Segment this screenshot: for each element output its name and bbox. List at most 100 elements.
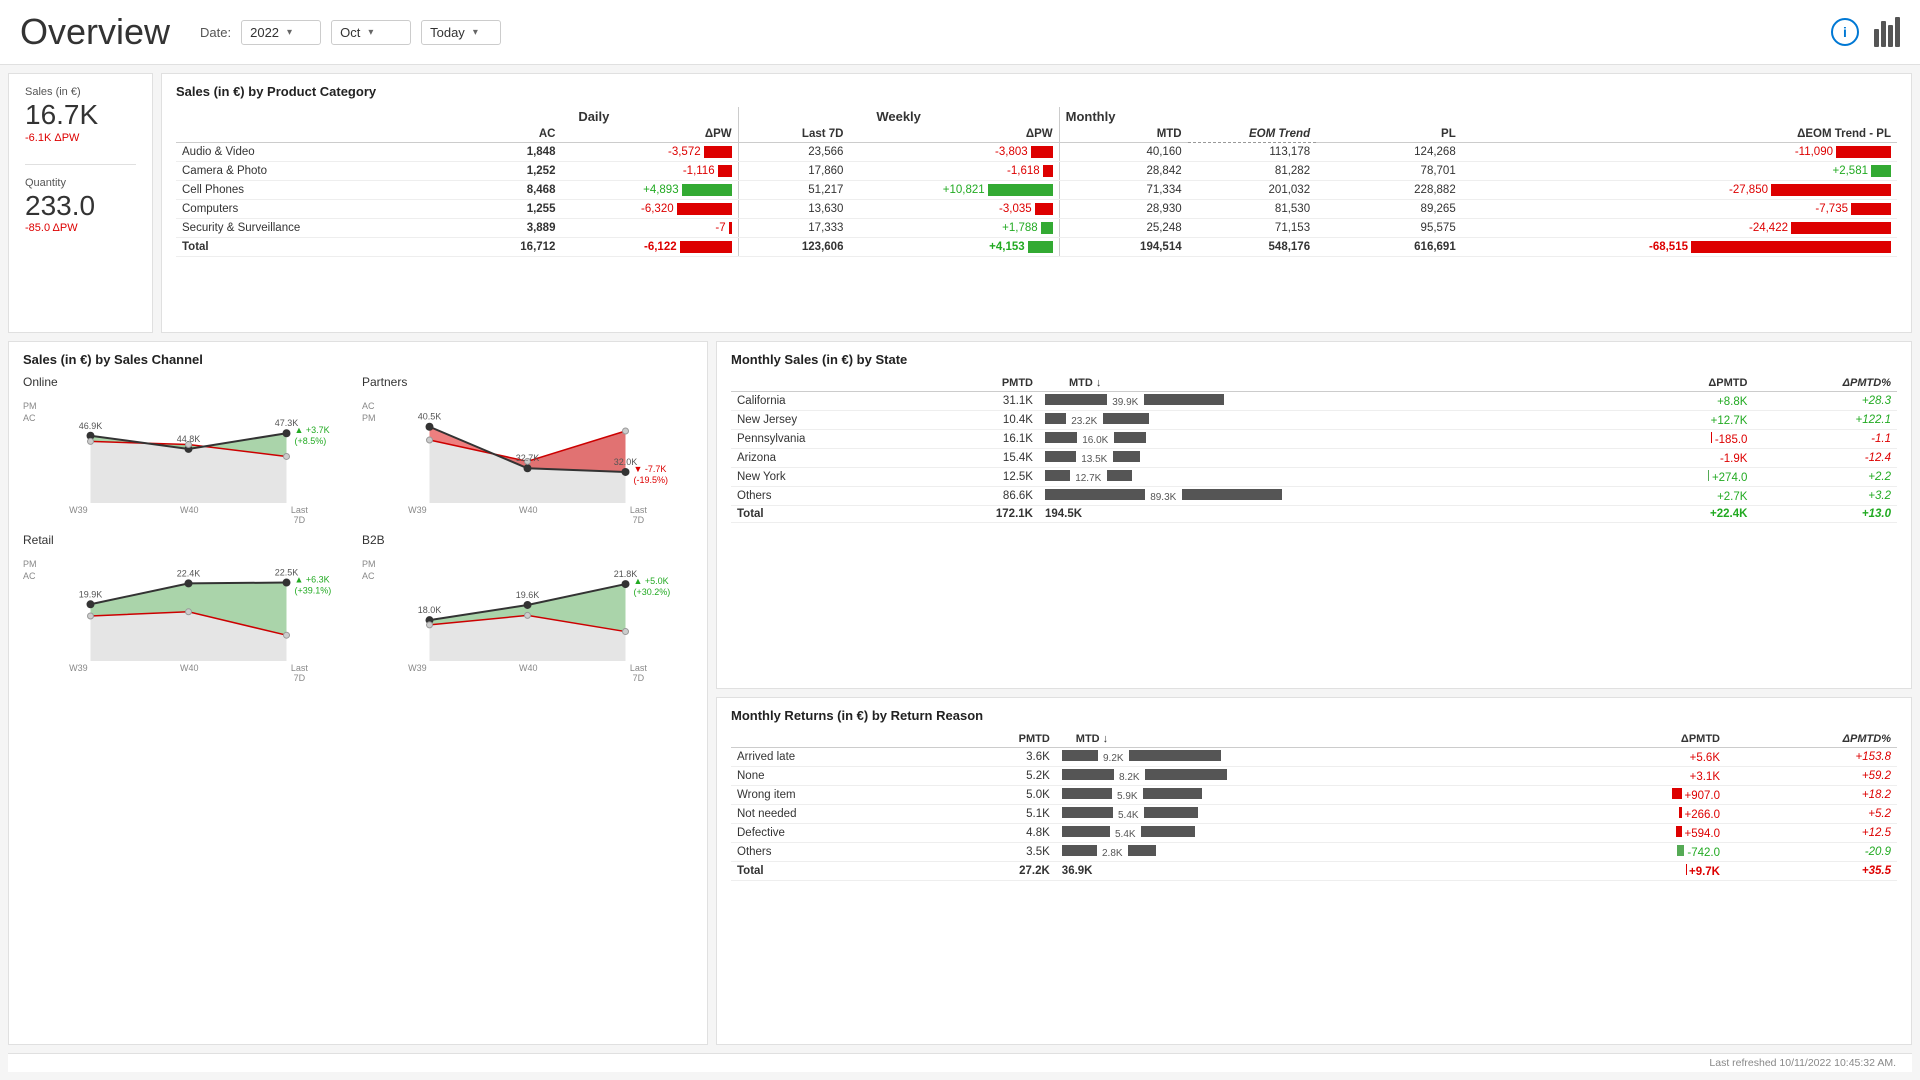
return-pmtd: 5.1K [933, 805, 1055, 824]
weekly-last7d: 123,606 [738, 238, 849, 257]
page-title: Overview [20, 11, 170, 53]
col-return-dpmtd-pct: ΔPMTD% [1726, 731, 1897, 748]
return-mtd-bar: 5.9K [1056, 786, 1557, 805]
channel-grid: Online PM AC 46.9K44.8K47.3K ▲ +3.7K (+8… [23, 375, 693, 683]
info-icon[interactable]: i [1831, 18, 1859, 46]
daily-dpw: -6,320 [561, 200, 738, 219]
state-mtd-bar: 39.9K [1039, 392, 1630, 411]
weekly-dpw: +10,821 [849, 181, 1059, 200]
svg-text:▲ +6.3K: ▲ +6.3K [295, 575, 330, 585]
state-pmtd: 10.4K [922, 411, 1039, 430]
col-return-mtd: MTD ↓ [1056, 731, 1557, 748]
kpi-panel: Sales (in €) 16.7K -6.1K ΔPW Quantity 23… [8, 73, 153, 333]
return-pmtd: 5.2K [933, 767, 1055, 786]
weekly-last7d: 17,860 [738, 162, 849, 181]
col-pl: PL [1316, 126, 1462, 143]
daily-dpw: -6,122 [561, 238, 738, 257]
monthly-pl: 228,882 [1316, 181, 1462, 200]
state-sales-title: Monthly Sales (in €) by State [731, 352, 1897, 367]
product-name: Computers [176, 200, 450, 219]
month-chevron-icon: ▾ [368, 27, 373, 38]
channel-chart-svg: 18.0K19.6K21.8K ▲ +5.0K (+30.2%) [362, 551, 693, 661]
col-weekly-header: Weekly [738, 107, 1059, 126]
col-daily-dpw: ΔPW [561, 126, 738, 143]
period-select[interactable]: Today ▾ [421, 20, 501, 45]
state-name: New York [731, 468, 922, 487]
returns-title: Monthly Returns (in €) by Return Reason [731, 708, 1897, 723]
monthly-pl: 616,691 [1316, 238, 1462, 257]
col-eom-trend: EOM Trend [1188, 126, 1316, 143]
monthly-mtd: 28,842 [1059, 162, 1187, 181]
col-monthly-header: Monthly [1059, 107, 1897, 126]
state-sales-table: PMTD MTD ↓ ΔPMTD ΔPMTD% California 31.1K… [731, 375, 1897, 523]
channel-retail: Retail PM AC 19.9K22.4K22.5K ▲ +6.3K (+3… [23, 533, 354, 683]
state-name: Others [731, 487, 922, 506]
return-dpmtd: +9.7K [1557, 862, 1726, 881]
sales-channel-title: Sales (in €) by Sales Channel [23, 352, 693, 367]
return-dpmtd: +3.1K [1557, 767, 1726, 786]
daily-dpw: +4,893 [561, 181, 738, 200]
return-pmtd: 27.2K [933, 862, 1055, 881]
state-mtd-bar: 13.5K [1039, 449, 1630, 468]
monthly-deom: -7,735 [1462, 200, 1897, 219]
weekly-dpw: -1,618 [849, 162, 1059, 181]
monthly-deom: -24,422 [1462, 219, 1897, 238]
monthly-pl: 89,265 [1316, 200, 1462, 219]
monthly-eom: 71,153 [1188, 219, 1316, 238]
header-icons: i [1831, 17, 1900, 47]
monthly-mtd: 40,160 [1059, 143, 1187, 162]
product-name: Cell Phones [176, 181, 450, 200]
main-content: Sales (in €) 16.7K -6.1K ΔPW Quantity 23… [0, 65, 1920, 1080]
channel-online: Online PM AC 46.9K44.8K47.3K ▲ +3.7K (+8… [23, 375, 354, 525]
weekly-last7d: 51,217 [738, 181, 849, 200]
channel-name: Partners [362, 375, 693, 389]
daily-dpw: -3,572 [561, 143, 738, 162]
weekly-last7d: 23,566 [738, 143, 849, 162]
col-weekly-dpw: ΔPW [849, 126, 1059, 143]
col-monthly-mtd: MTD [1059, 126, 1187, 143]
state-name: California [731, 392, 922, 411]
footer: Last refreshed 10/11/2022 10:45:32 AM. [8, 1053, 1912, 1072]
svg-text:32.7K: 32.7K [516, 453, 540, 463]
svg-text:(+39.1%): (+39.1%) [295, 586, 332, 596]
state-pmtd: 15.4K [922, 449, 1039, 468]
col-weekly-last7d: Last 7D [738, 126, 849, 143]
return-dpmtd-pct: +12.5 [1726, 824, 1897, 843]
state-pmtd: 86.6K [922, 487, 1039, 506]
monthly-mtd: 194,514 [1059, 238, 1187, 257]
state-dpmtd: +22.4K [1630, 506, 1753, 523]
monthly-pl: 124,268 [1316, 143, 1462, 162]
svg-text:18.0K: 18.0K [418, 605, 442, 615]
svg-text:44.8K: 44.8K [177, 434, 201, 444]
svg-text:(+8.5%): (+8.5%) [295, 436, 327, 446]
monthly-deom: +2,581 [1462, 162, 1897, 181]
return-reason: None [731, 767, 933, 786]
channel-chart-svg: 46.9K44.8K47.3K ▲ +3.7K (+8.5%) [23, 393, 354, 503]
year-chevron-icon: ▾ [287, 27, 292, 38]
svg-text:▼ -7.7K: ▼ -7.7K [634, 464, 667, 474]
state-pmtd: 172.1K [922, 506, 1039, 523]
svg-text:46.9K: 46.9K [79, 421, 103, 431]
state-mtd-bar: 23.2K [1039, 411, 1630, 430]
state-mtd-bar: 12.7K [1039, 468, 1630, 487]
monthly-deom: -68,515 [1462, 238, 1897, 257]
state-name: Total [731, 506, 922, 523]
return-dpmtd-pct: +35.5 [1726, 862, 1897, 881]
weekly-last7d: 17,333 [738, 219, 849, 238]
state-sales-panel: Monthly Sales (in €) by State PMTD MTD ↓… [716, 341, 1912, 689]
return-dpmtd-pct: +18.2 [1726, 786, 1897, 805]
bars-chart-icon[interactable] [1874, 17, 1900, 47]
daily-dpw: -7 [561, 219, 738, 238]
month-select[interactable]: Oct ▾ [331, 20, 411, 45]
svg-text:19.6K: 19.6K [516, 590, 540, 600]
product-table-panel: Sales (in €) by Product Category [161, 73, 1912, 333]
return-mtd-bar: 9.2K [1056, 748, 1557, 767]
monthly-eom: 113,178 [1188, 143, 1316, 162]
svg-text:(-19.5%): (-19.5%) [634, 475, 669, 485]
year-select[interactable]: 2022 ▾ [241, 20, 321, 45]
x-axis-labels: W39W40Last7D [23, 663, 354, 683]
return-pmtd: 4.8K [933, 824, 1055, 843]
channel-b2b: B2B PM AC 18.0K19.6K21.8K ▲ +5.0K (+30.2… [362, 533, 693, 683]
col-state-dpmtd-pct: ΔPMTD% [1753, 375, 1897, 392]
product-table-title: Sales (in €) by Product Category [176, 84, 1897, 99]
